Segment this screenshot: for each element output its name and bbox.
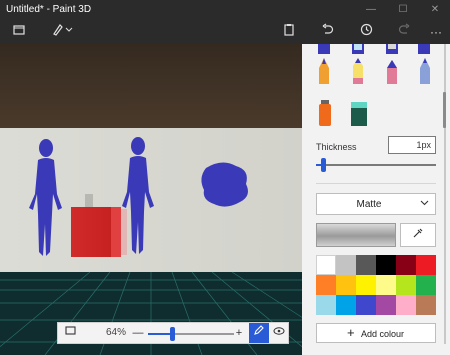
brush-grid xyxy=(318,44,430,126)
thickness-label: Thickness xyxy=(316,142,357,152)
plus-icon: + xyxy=(347,325,355,340)
window-title: Untitled* - Paint 3D xyxy=(6,4,92,15)
add-colour-label: Add colour xyxy=(361,329,405,339)
minimize-button[interactable]: — xyxy=(358,0,384,19)
fit-to-view-icon[interactable] xyxy=(62,325,78,341)
paste-icon[interactable] xyxy=(279,22,299,42)
redo-icon[interactable] xyxy=(394,22,414,42)
color-swatch[interactable] xyxy=(396,255,416,275)
thickness-slider-track[interactable] xyxy=(316,164,436,166)
color-swatch[interactable] xyxy=(336,295,356,315)
brush-spray-can-icon[interactable] xyxy=(319,100,331,126)
zoom-bar: 64% — + xyxy=(57,322,289,344)
eyedropper-icon xyxy=(413,228,423,238)
brush-marker-icon[interactable] xyxy=(318,44,330,54)
edit-view-button[interactable] xyxy=(249,323,269,343)
color-swatch[interactable] xyxy=(416,255,436,275)
thickness-input[interactable]: 1px xyxy=(388,136,436,154)
color-swatch[interactable] xyxy=(376,295,396,315)
color-swatch[interactable] xyxy=(396,275,416,295)
color-swatch[interactable] xyxy=(356,255,376,275)
current-color-swatch[interactable] xyxy=(316,223,396,247)
panel-scrollbar[interactable] xyxy=(444,44,446,344)
color-swatch[interactable] xyxy=(316,295,336,315)
brush-pencil-icon[interactable] xyxy=(353,58,363,84)
color-swatch[interactable] xyxy=(316,255,336,275)
brush-watercolor-icon[interactable] xyxy=(418,44,430,54)
scene-drawing xyxy=(0,44,302,355)
blob-shape xyxy=(201,162,248,207)
history-icon[interactable] xyxy=(356,22,376,42)
panel-scrollbar-thumb[interactable] xyxy=(443,92,446,128)
brush-side-panel: Thickness 1px Matte + Add colour xyxy=(302,44,450,355)
thickness-slider-thumb[interactable] xyxy=(321,158,326,172)
color-swatch[interactable] xyxy=(376,275,396,295)
color-swatch[interactable] xyxy=(336,275,356,295)
menu-folder-icon[interactable] xyxy=(9,22,29,42)
color-swatch[interactable] xyxy=(356,275,376,295)
maximize-button[interactable]: ☐ xyxy=(390,0,416,19)
color-swatch[interactable] xyxy=(336,255,356,275)
color-swatch[interactable] xyxy=(356,295,376,315)
brushes-icon[interactable] xyxy=(50,22,74,42)
add-colour-button[interactable]: + Add colour xyxy=(316,323,436,343)
zoom-percent: 64% xyxy=(105,327,126,338)
zoom-out-button[interactable]: — xyxy=(130,325,146,341)
brush-fill-bucket-icon[interactable] xyxy=(351,102,367,126)
finish-value: Matte xyxy=(356,199,382,210)
color-swatch[interactable] xyxy=(416,295,436,315)
eyedropper-button[interactable] xyxy=(400,223,436,247)
canvas-3d-scene[interactable] xyxy=(0,44,302,355)
zoom-slider-fill xyxy=(148,333,172,335)
top-toolbar: ··· xyxy=(0,19,450,44)
brush-crayon-icon[interactable] xyxy=(420,58,430,84)
finish-dropdown[interactable]: Matte xyxy=(316,193,436,215)
divider xyxy=(316,183,436,184)
brush-eraser-icon[interactable] xyxy=(387,60,397,84)
brush-calligraphy-icon[interactable] xyxy=(352,44,364,54)
title-bar: Untitled* - Paint 3D — ☐ ✕ xyxy=(0,0,450,19)
more-options-icon[interactable]: ··· xyxy=(426,22,446,42)
color-swatch[interactable] xyxy=(316,275,336,295)
brush-oil-icon[interactable] xyxy=(386,44,398,54)
ceiling xyxy=(0,44,302,128)
color-swatch[interactable] xyxy=(416,275,436,295)
zoom-in-button[interactable]: + xyxy=(231,325,247,341)
undo-icon[interactable] xyxy=(317,22,337,42)
pencil-icon xyxy=(254,325,264,335)
color-swatch[interactable] xyxy=(376,255,396,275)
zoom-slider-thumb[interactable] xyxy=(170,327,175,341)
close-button[interactable]: ✕ xyxy=(422,0,448,19)
view-3d-icon[interactable] xyxy=(271,325,287,341)
brush-pen-icon[interactable] xyxy=(319,58,329,84)
color-swatch[interactable] xyxy=(396,295,416,315)
chevron-down-icon xyxy=(420,198,429,210)
